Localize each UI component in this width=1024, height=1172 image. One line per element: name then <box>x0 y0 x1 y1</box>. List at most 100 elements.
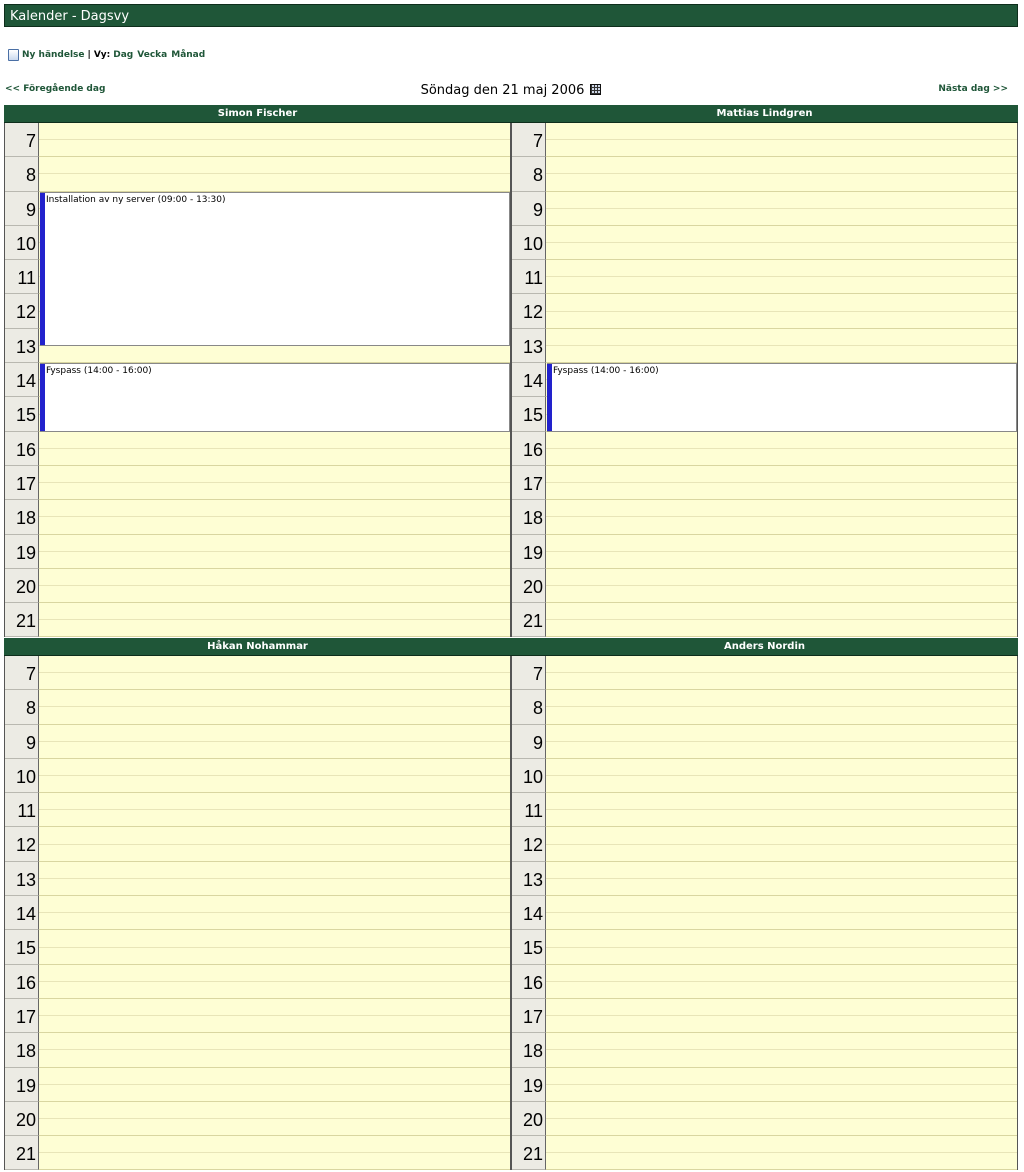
hour-row: 8 <box>512 157 1017 192</box>
hour-label: 10 <box>512 225 546 261</box>
time-slot[interactable] <box>39 930 510 965</box>
time-slot[interactable] <box>546 431 1017 466</box>
hour-row: 8 <box>5 690 510 725</box>
time-slot[interactable] <box>546 964 1017 999</box>
time-slot[interactable] <box>546 896 1017 931</box>
view-day-link[interactable]: Dag <box>113 50 133 60</box>
time-slot[interactable] <box>546 690 1017 725</box>
time-slot[interactable] <box>546 656 1017 691</box>
hour-row: 15 <box>512 930 1017 965</box>
time-slot[interactable] <box>39 724 510 759</box>
hour-label: 15 <box>5 930 39 965</box>
hour-label: 10 <box>512 758 546 794</box>
time-slot[interactable] <box>546 930 1017 965</box>
time-slot[interactable] <box>39 500 510 535</box>
hour-row: 20 <box>512 568 1017 604</box>
time-slot[interactable] <box>546 827 1017 862</box>
time-slot[interactable] <box>546 1067 1017 1102</box>
hour-label: 8 <box>5 157 39 192</box>
hour-label: 18 <box>5 500 39 535</box>
date-heading: Söndag den 21 maj 2006 <box>4 82 1018 100</box>
time-slot[interactable] <box>546 998 1017 1034</box>
hour-label: 16 <box>512 431 546 466</box>
calendar-event[interactable]: Installation av ny server (09:00 - 13:30… <box>40 191 510 346</box>
hour-label: 10 <box>5 758 39 794</box>
time-slot[interactable] <box>39 827 510 862</box>
hour-row: 17 <box>5 998 510 1034</box>
time-slot[interactable] <box>546 534 1017 569</box>
hour-row: 12 <box>5 827 510 862</box>
time-slot[interactable] <box>546 861 1017 897</box>
time-slot[interactable] <box>39 1033 510 1068</box>
person-name-header: Anders Nordin <box>511 638 1018 656</box>
time-slot[interactable] <box>546 1136 1017 1171</box>
time-slot[interactable] <box>39 861 510 897</box>
time-slot[interactable] <box>546 793 1017 828</box>
time-slot[interactable] <box>39 603 510 638</box>
hour-label: 13 <box>5 328 39 364</box>
person-panel-mattias-lindgren: Mattias Lindgren 7 8 9 10 11 12 13 14 15 16 17 18 19… <box>511 105 1018 638</box>
hour-label: 11 <box>5 260 39 295</box>
hour-label: 8 <box>5 690 39 725</box>
hour-label: 7 <box>5 656 39 691</box>
hour-label: 14 <box>5 896 39 931</box>
time-slot[interactable] <box>39 656 510 691</box>
time-slot[interactable] <box>546 500 1017 535</box>
calendar-event[interactable]: Fyspass (14:00 - 16:00) <box>40 363 510 432</box>
hour-row: 16 <box>512 431 1017 466</box>
time-slot[interactable] <box>39 998 510 1034</box>
new-document-icon[interactable] <box>8 49 19 61</box>
time-slot[interactable] <box>546 260 1017 295</box>
hour-label: 7 <box>5 123 39 158</box>
time-slot[interactable] <box>39 1101 510 1137</box>
time-slot[interactable] <box>39 896 510 931</box>
time-slot[interactable] <box>546 724 1017 759</box>
hour-label: 15 <box>512 930 546 965</box>
time-slot[interactable] <box>39 157 510 192</box>
view-week-link[interactable]: Vecka <box>137 50 167 60</box>
hour-row: 9 <box>512 724 1017 759</box>
time-slot[interactable] <box>39 1136 510 1171</box>
hour-label: 20 <box>5 1101 39 1137</box>
hour-row: 11 <box>5 793 510 828</box>
view-month-link[interactable]: Månad <box>171 50 205 60</box>
hour-row: 7 <box>512 123 1017 158</box>
time-slot[interactable] <box>39 568 510 604</box>
time-slot[interactable] <box>39 1067 510 1102</box>
hour-row: 21 <box>5 1136 510 1171</box>
time-slot[interactable] <box>546 1101 1017 1137</box>
hour-row: 9 <box>5 724 510 759</box>
time-slot[interactable] <box>39 964 510 999</box>
time-slot[interactable] <box>546 758 1017 794</box>
new-event-link[interactable]: Ny händelse <box>22 50 85 60</box>
time-slot[interactable] <box>546 465 1017 501</box>
time-slot[interactable] <box>39 690 510 725</box>
time-slot[interactable] <box>546 294 1017 329</box>
time-slot[interactable] <box>546 568 1017 604</box>
hour-label: 14 <box>512 896 546 931</box>
time-slot[interactable] <box>546 603 1017 638</box>
time-slot[interactable] <box>546 191 1017 226</box>
calendar-icon[interactable] <box>590 84 602 95</box>
hour-row: 11 <box>512 793 1017 828</box>
person-panel-anders-nordin: Anders Nordin 7 8 9 10 11 12 13 14 15 16 17 18 19 20 2… <box>511 638 1018 1171</box>
time-slot[interactable] <box>39 793 510 828</box>
time-slot[interactable] <box>39 465 510 501</box>
time-slot[interactable] <box>39 123 510 158</box>
hour-label: 14 <box>512 363 546 398</box>
next-day-link[interactable]: Nästa dag >> <box>938 84 1008 94</box>
hour-row: 10 <box>5 758 510 794</box>
day-grid: 7 8 9 10 11 12 13 14 15 16 17 18 19 20 21 Fyspass (14:0… <box>511 123 1018 638</box>
time-slot[interactable] <box>546 225 1017 261</box>
hour-label: 18 <box>512 500 546 535</box>
time-slot[interactable] <box>39 431 510 466</box>
time-slot[interactable] <box>39 758 510 794</box>
time-slot[interactable] <box>546 157 1017 192</box>
hour-label: 15 <box>512 397 546 432</box>
time-slot[interactable] <box>39 534 510 569</box>
hour-row: 16 <box>512 964 1017 999</box>
time-slot[interactable] <box>546 328 1017 364</box>
time-slot[interactable] <box>546 1033 1017 1068</box>
time-slot[interactable] <box>546 123 1017 158</box>
calendar-event[interactable]: Fyspass (14:00 - 16:00) <box>547 363 1017 432</box>
